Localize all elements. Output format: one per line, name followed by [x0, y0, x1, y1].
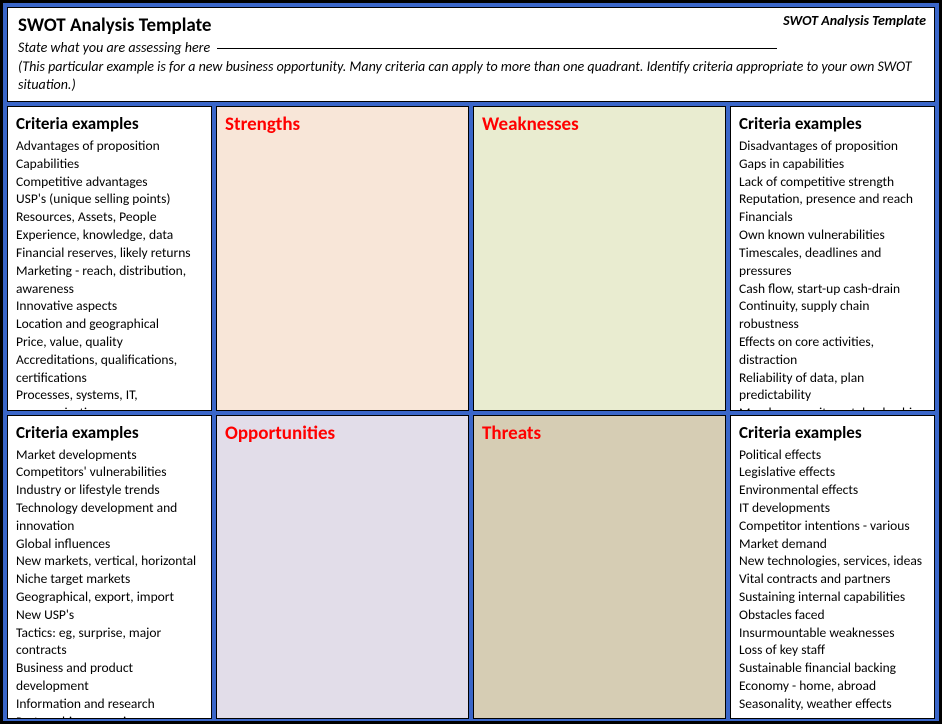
list-item: Reliability of data, plan predictability: [739, 369, 926, 405]
list-item: Location and geographical: [16, 315, 203, 333]
list-item: Competitive advantages: [16, 173, 203, 191]
list-item: Financial reserves, likely returns: [16, 244, 203, 262]
list-item: Gaps in capabilities: [739, 155, 926, 173]
list-item: New markets, vertical, horizontal: [16, 552, 203, 570]
list-item: Own known vulnerabilities: [739, 226, 926, 244]
header-panel: SWOT Analysis Template SWOT Analysis Tem…: [7, 7, 935, 102]
criteria-strengths-cell: Criteria examples Advantages of proposit…: [7, 106, 212, 411]
quadrant-threats-label: Threats: [482, 422, 717, 445]
assessing-prompt-text: State what you are assessing here: [18, 39, 210, 56]
list-item: Business and product development: [16, 659, 203, 695]
list-item: Environmental effects: [739, 481, 926, 499]
list-item: Marketing - reach, distribution, awarene…: [16, 262, 203, 298]
list-item: Niche target markets: [16, 570, 203, 588]
list-item: Legislative effects: [739, 463, 926, 481]
criteria-weaknesses-cell: Criteria examples Disadvantages of propo…: [730, 106, 935, 411]
list-item: Experience, knowledge, data: [16, 226, 203, 244]
criteria-threats-list: Political effectsLegislative effectsEnvi…: [739, 446, 926, 713]
quadrant-threats[interactable]: Threats: [473, 415, 726, 720]
list-item: Sustainable financial backing: [739, 659, 926, 677]
list-item: New technologies, services, ideas: [739, 552, 926, 570]
list-item: Partnerships, agencies,: [16, 713, 203, 719]
list-item: IT developments: [739, 499, 926, 517]
swot-frame: SWOT Analysis Template SWOT Analysis Tem…: [0, 0, 942, 724]
quadrant-weaknesses[interactable]: Weaknesses: [473, 106, 726, 411]
list-item: Global influences: [16, 535, 203, 553]
list-item: Insurmountable weaknesses: [739, 624, 926, 642]
list-item: Timescales, deadlines and pressures: [739, 244, 926, 280]
list-item: Processes, systems, IT, communications: [16, 386, 203, 410]
list-item: Market demand: [739, 535, 926, 553]
list-item: Seasonality, weather effects: [739, 695, 926, 713]
assessing-input-line[interactable]: [217, 48, 777, 49]
quadrant-weaknesses-label: Weaknesses: [482, 113, 717, 136]
list-item: Price, value, quality: [16, 333, 203, 351]
criteria-weaknesses-list: Disadvantages of propositionGaps in capa…: [739, 137, 926, 411]
list-item: Market developments: [16, 446, 203, 464]
list-item: Political effects: [739, 446, 926, 464]
list-item: Technology development and innovation: [16, 499, 203, 535]
list-item: Loss of key staff: [739, 641, 926, 659]
criteria-opportunities-list: Market developmentsCompetitors' vulnerab…: [16, 446, 203, 720]
list-item: Morale, commitment, leadership: [739, 404, 926, 410]
list-item: Obstacles faced: [739, 606, 926, 624]
list-item: USP's (unique selling points): [16, 190, 203, 208]
quadrant-strengths[interactable]: Strengths: [216, 106, 469, 411]
quadrant-opportunities[interactable]: Opportunities: [216, 415, 469, 720]
list-item: Resources, Assets, People: [16, 208, 203, 226]
list-item: Geographical, export, import: [16, 588, 203, 606]
list-item: Continuity, supply chain robustness: [739, 297, 926, 333]
list-item: Competitor intentions - various: [739, 517, 926, 535]
list-item: Cash flow, start-up cash-drain: [739, 280, 926, 298]
list-item: Disadvantages of proposition: [739, 137, 926, 155]
criteria-threats-cell: Criteria examples Political effectsLegis…: [730, 415, 935, 720]
list-item: Advantages of proposition: [16, 137, 203, 155]
quadrant-opportunities-label: Opportunities: [225, 422, 460, 445]
list-item: Effects on core activities, distraction: [739, 333, 926, 369]
list-item: Economy - home, abroad: [739, 677, 926, 695]
list-item: Accreditations, qualifications, certific…: [16, 351, 203, 387]
list-item: Sustaining internal capabilities: [739, 588, 926, 606]
criteria-strengths-list: Advantages of propositionCapabilitiesCom…: [16, 137, 203, 411]
list-item: Tactics: eg, surprise, major contracts: [16, 624, 203, 660]
assessing-prompt: State what you are assessing here: [18, 39, 924, 56]
header-note: (This particular example is for a new bu…: [18, 58, 924, 93]
list-item: Innovative aspects: [16, 297, 203, 315]
swot-grid: Criteria examples Advantages of proposit…: [7, 106, 935, 719]
criteria-title: Criteria examples: [739, 113, 926, 134]
list-item: Financials: [739, 208, 926, 226]
quadrant-strengths-label: Strengths: [225, 113, 460, 136]
list-item: Reputation, presence and reach: [739, 190, 926, 208]
list-item: Lack of competitive strength: [739, 173, 926, 191]
list-item: Vital contracts and partners: [739, 570, 926, 588]
list-item: New USP's: [16, 606, 203, 624]
criteria-opportunities-cell: Criteria examples Market developmentsCom…: [7, 415, 212, 720]
criteria-title: Criteria examples: [739, 422, 926, 443]
criteria-title: Criteria examples: [16, 113, 203, 134]
list-item: Industry or lifestyle trends: [16, 481, 203, 499]
list-item: Information and research: [16, 695, 203, 713]
header-badge: SWOT Analysis Template: [783, 12, 926, 29]
list-item: Capabilities: [16, 155, 203, 173]
criteria-title: Criteria examples: [16, 422, 203, 443]
list-item: Competitors' vulnerabilities: [16, 463, 203, 481]
